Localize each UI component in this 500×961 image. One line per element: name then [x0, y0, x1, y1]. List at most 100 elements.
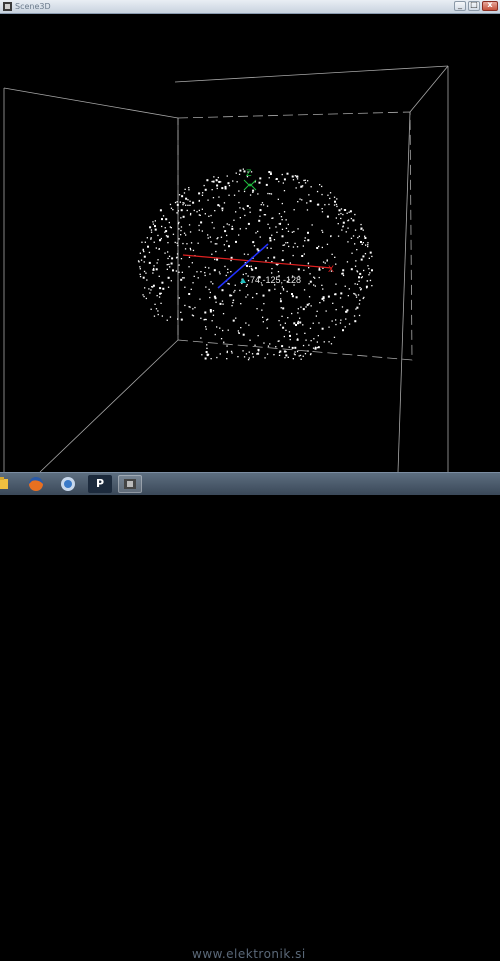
point: [188, 189, 190, 191]
point: [216, 238, 218, 240]
point: [302, 355, 304, 357]
point: [286, 172, 289, 175]
point: [178, 264, 180, 266]
point: [271, 217, 273, 219]
point: [324, 204, 326, 206]
point: [362, 242, 364, 244]
point: [142, 276, 145, 279]
point: [186, 243, 188, 245]
point: [317, 346, 320, 349]
scene-3d-viewport[interactable]: Z X 74,-125,-128: [0, 14, 500, 472]
point: [306, 209, 309, 211]
point: [306, 202, 308, 204]
point: [294, 351, 296, 353]
point: [144, 241, 146, 243]
point: [333, 336, 336, 338]
point: [268, 289, 271, 292]
point: [314, 346, 317, 348]
point: [282, 182, 284, 184]
point: [365, 244, 367, 246]
taskbar-item-firefox[interactable]: [24, 475, 48, 493]
point: [281, 345, 284, 348]
point: [280, 216, 283, 218]
point: [259, 177, 262, 180]
point: [269, 343, 271, 345]
point: [242, 273, 244, 276]
point: [139, 275, 142, 278]
point: [308, 296, 311, 298]
point: [212, 197, 215, 199]
minimize-icon: _: [458, 0, 462, 9]
point: [345, 231, 347, 233]
close-button[interactable]: x: [482, 0, 498, 11]
point: [231, 305, 233, 307]
point: [292, 358, 294, 360]
point: [283, 190, 286, 192]
point: [271, 272, 273, 274]
box-edge: [3, 87, 179, 119]
point: [239, 289, 241, 292]
taskbar-item-folder[interactable]: [0, 475, 24, 493]
point: [252, 191, 254, 193]
point: [278, 340, 280, 342]
minimize-button[interactable]: _: [454, 0, 466, 11]
point: [204, 311, 207, 314]
point: [191, 262, 193, 264]
point: [282, 250, 284, 252]
point: [265, 183, 268, 186]
point: [232, 319, 235, 322]
point: [263, 303, 265, 305]
point: [218, 205, 221, 207]
point: [228, 283, 230, 285]
window-controls: _ □ x: [454, 0, 498, 11]
point: [223, 226, 225, 228]
point: [343, 209, 346, 211]
point: [207, 199, 209, 201]
point: [358, 276, 360, 279]
point: [250, 267, 253, 270]
point: [359, 287, 361, 289]
point: [161, 281, 164, 284]
taskbar-item-app[interactable]: [56, 475, 80, 493]
point: [238, 201, 240, 204]
point: [167, 276, 170, 279]
point: [253, 245, 256, 247]
scene3d-taskbar-icon: [124, 479, 136, 489]
point: [312, 322, 314, 324]
point: [233, 194, 236, 196]
point: [155, 247, 157, 249]
point: [220, 236, 223, 238]
point: [303, 289, 306, 291]
point: [161, 315, 163, 317]
point: [273, 354, 275, 356]
point: [313, 284, 315, 286]
point: [209, 291, 211, 294]
point: [189, 200, 191, 202]
point: [224, 249, 226, 252]
point: [303, 269, 305, 271]
point: [267, 223, 269, 225]
point: [282, 326, 285, 329]
point: [297, 322, 299, 325]
point: [138, 261, 140, 263]
point: [304, 182, 307, 184]
point: [139, 252, 141, 254]
point: [347, 241, 349, 243]
point: [278, 354, 281, 356]
point: [256, 248, 259, 251]
taskbar-item-scene3d[interactable]: [118, 475, 142, 493]
point: [216, 326, 218, 328]
point: [335, 217, 337, 219]
point: [309, 200, 312, 203]
point: [214, 243, 216, 245]
point: [296, 333, 298, 335]
maximize-button[interactable]: □: [468, 0, 480, 11]
point: [281, 286, 283, 288]
point: [204, 272, 206, 274]
point: [188, 187, 190, 189]
scene-canvas[interactable]: Z X 74,-125,-128: [0, 14, 500, 472]
point: [307, 239, 310, 242]
window-titlebar[interactable]: Scene3D _ □ x: [0, 0, 500, 14]
point: [307, 180, 309, 182]
taskbar-item-p[interactable]: P: [88, 475, 112, 493]
